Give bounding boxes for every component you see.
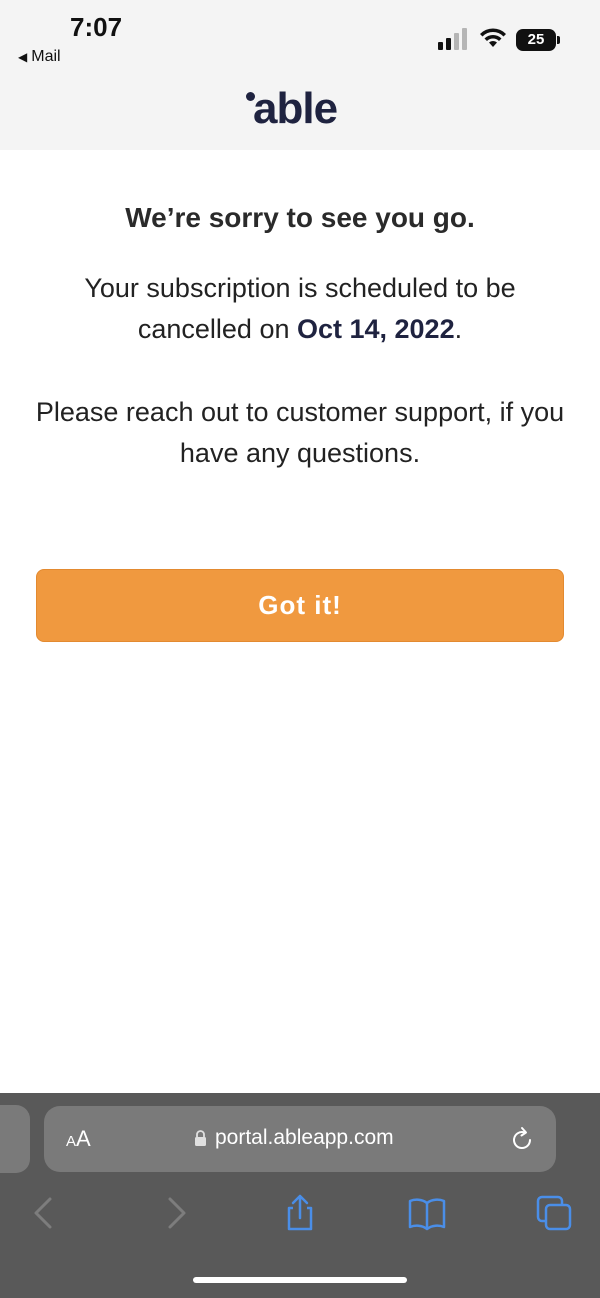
url-text: portal.ableapp.com (215, 1126, 394, 1149)
logo-text: able (253, 84, 338, 133)
url-display[interactable]: portal.ableapp.com (194, 1126, 394, 1150)
address-bar[interactable]: AA portal.ableapp.com (44, 1106, 556, 1172)
bookmarks-book-icon[interactable] (407, 1193, 447, 1233)
back-arrow-icon: ◀ (18, 50, 28, 64)
status-time: 7:07 (70, 12, 123, 42)
battery-tip (557, 36, 560, 44)
back-to-mail-link[interactable]: ◀ Mail (18, 48, 61, 66)
previous-tab-preview[interactable] (0, 1105, 30, 1173)
forward-chevron-icon[interactable] (156, 1193, 196, 1233)
cancellation-period: . (454, 314, 463, 344)
cancellation-message: Your subscription is scheduled to be can… (30, 268, 570, 350)
battery-level: 25 (516, 29, 556, 51)
lock-icon (195, 1130, 206, 1146)
support-message: Please reach out to customer support, if… (35, 397, 565, 468)
back-chevron-icon[interactable] (24, 1193, 64, 1233)
reload-icon[interactable] (508, 1126, 536, 1154)
cancellation-date: Oct 14, 2022 (296, 314, 455, 344)
browser-toolbar: AA portal.ableapp.com (0, 1093, 600, 1298)
back-app-label: Mail (31, 48, 61, 65)
wifi-icon (480, 28, 506, 47)
app-header: 7:07 ◀ Mail 25 able (0, 0, 600, 150)
home-indicator[interactable] (193, 1277, 407, 1283)
page-title: We’re sorry to see you go. (125, 202, 475, 233)
battery-indicator: 25 (516, 29, 560, 51)
text-size-button[interactable]: AA (66, 1126, 91, 1152)
got-it-button[interactable]: Got it! (36, 569, 564, 642)
able-logo: able (245, 85, 355, 133)
share-icon[interactable] (280, 1193, 320, 1233)
tabs-overview-icon[interactable] (534, 1193, 574, 1233)
cellular-signal-icon (438, 28, 467, 50)
